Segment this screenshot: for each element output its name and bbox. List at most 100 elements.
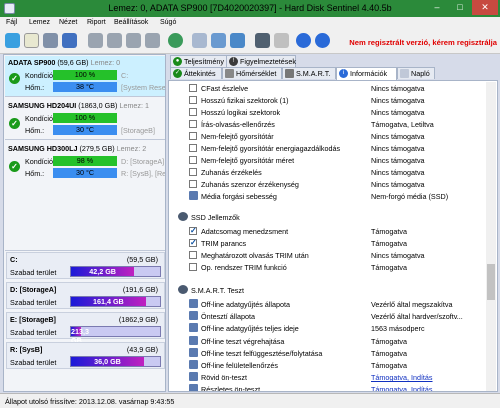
menu-view[interactable]: Nézet: [59, 19, 77, 26]
minimize-button[interactable]: –: [426, 0, 448, 15]
test-icon: [189, 299, 198, 308]
info-row: Adatcsomag menedzsment Támogatva: [171, 226, 471, 237]
feature-value: Nincs támogatva: [371, 156, 425, 165]
checkbox[interactable]: [189, 84, 197, 92]
info-icon[interactable]: [315, 33, 330, 48]
disk-test-icon[interactable]: [107, 33, 122, 48]
disk-size: (59,6 GB): [57, 58, 89, 67]
condition-label: Kondíció:: [25, 71, 55, 80]
tab-temperature[interactable]: Hőmérséklet: [222, 67, 282, 79]
free-space-label: Szabad terület: [10, 358, 57, 367]
chart-icon[interactable]: [255, 33, 270, 48]
menu-report[interactable]: Riport: [87, 19, 106, 26]
feature-name: Meghatározott olvasás TRIM után: [201, 251, 309, 260]
disk-partition: D: [StorageA]: [121, 157, 165, 166]
refresh-icon[interactable]: [5, 33, 20, 48]
checkbox[interactable]: [189, 168, 197, 176]
disk-icon[interactable]: [43, 33, 58, 48]
volume-size: (1862,9 GB): [118, 315, 158, 324]
temperature-bar: 30 °C: [53, 168, 117, 178]
temperature-bar: 38 °C: [53, 82, 117, 92]
feature-value: Támogatva: [371, 239, 407, 248]
checkbox[interactable]: [189, 120, 197, 128]
tab-log[interactable]: Napló: [397, 67, 435, 79]
test-icon: [189, 191, 198, 200]
menu-file[interactable]: Fájl: [6, 19, 17, 26]
performance-icon: ●: [173, 57, 182, 66]
free-space-label: Szabad terület: [10, 328, 57, 337]
report-icon[interactable]: [24, 33, 39, 48]
feature-name: Nem-felejtő gyorsítótár: [201, 132, 274, 141]
volume-name: R: [SysB]: [10, 345, 43, 354]
disk-partition: C:: [121, 71, 129, 80]
export-icon[interactable]: [230, 33, 245, 48]
disk-check-icon[interactable]: [126, 33, 141, 48]
condition-bar: 100 %: [53, 70, 117, 80]
info-row: Off-line adatgyűjtés állapota Vezérlő ált…: [171, 299, 471, 310]
checkbox[interactable]: [189, 180, 197, 188]
volume-item[interactable]: R: [SysB] (43,9 GB) Szabad terület 36,0 …: [6, 342, 165, 369]
disk-name: ADATA SP900: [8, 58, 56, 67]
checkbox[interactable]: [189, 144, 197, 152]
feature-value: Támogatva: [371, 336, 407, 346]
disk-item-2[interactable]: SAMSUNG HD300LJ (279,5 GB) Lemez: 2 ✓ Ko…: [5, 140, 165, 182]
menu-settings[interactable]: Beállítások: [114, 19, 148, 26]
window-title: Lemez: 0, ADATA SP900 [7D4020020397] - H…: [108, 3, 392, 13]
checkbox[interactable]: [189, 263, 197, 271]
test-icon: [189, 311, 198, 321]
tab-alerts[interactable]: ! Figyelmeztetések: [226, 55, 296, 67]
vertical-scrollbar[interactable]: [486, 82, 496, 391]
disk-item-0[interactable]: ADATA SP900 (59,6 GB) Lemez: 0 ✓ Kondíci…: [5, 56, 165, 96]
checkbox[interactable]: [189, 132, 197, 140]
checkbox[interactable]: [189, 251, 197, 259]
start-test-link[interactable]: Támogatva, Indítás: [371, 385, 433, 391]
smart-icon: [285, 69, 294, 78]
checkbox[interactable]: [189, 96, 197, 104]
info-row: Média forgási sebesség Nem-forgó média (S…: [171, 191, 471, 202]
tab-smart[interactable]: S.M.A.R.T.: [282, 67, 336, 79]
condition-bar: 100 %: [53, 113, 117, 123]
checkbox[interactable]: [189, 156, 197, 164]
feature-name: Off-line felületellenőrzés: [201, 361, 278, 370]
free-space-label: Szabad terület: [10, 298, 57, 307]
volume-item[interactable]: D: [StorageA] (191,6 GB) Szabad terület …: [6, 282, 165, 309]
feature-value: Nem-forgó média (SSD): [371, 192, 449, 201]
unregistered-notice[interactable]: Nem regisztrált verzió, kérem regisztrál…: [349, 38, 497, 47]
disk-tools-icon[interactable]: [145, 33, 160, 48]
feature-name: Részletes ön-teszt: [201, 385, 261, 392]
volume-item[interactable]: C: (59,5 GB) Szabad terület 42,2 GB: [6, 252, 165, 279]
scrollbar-thumb[interactable]: [487, 264, 495, 300]
disk-info-icon[interactable]: [88, 33, 103, 48]
close-button[interactable]: ✕: [472, 0, 498, 15]
maximize-button[interactable]: □: [449, 0, 471, 15]
checkbox[interactable]: [189, 108, 197, 116]
menu-disk[interactable]: Lemez: [29, 19, 50, 26]
volume-item[interactable]: E: [StorageB] (1862,9 GB) Szabad terület…: [6, 312, 165, 345]
feature-name: Off-line teszt felfüggesztése/folytatása: [201, 348, 323, 358]
menu-help[interactable]: Súgó: [160, 19, 176, 26]
test-icon: [189, 347, 198, 357]
tab-overview[interactable]: ✓ Áttekintés: [170, 67, 222, 79]
condition-label: Kondíció:: [25, 114, 55, 123]
disk-item-1[interactable]: SAMSUNG HD204UI (1863,0 GB) Lemez: 1 ✓ K…: [5, 97, 165, 139]
volume-size: (43,9 GB): [126, 345, 158, 354]
help-icon[interactable]: [296, 33, 311, 48]
feature-value: Nincs támogatva: [371, 168, 425, 177]
wrench-icon[interactable]: [274, 33, 289, 48]
checkbox[interactable]: [189, 238, 197, 247]
page-icon[interactable]: [192, 33, 207, 48]
feature-name: Zuhanás szenzor érzékenység: [201, 180, 299, 189]
globe-icon[interactable]: [168, 33, 183, 48]
free-space-bar: 161,4 GB: [71, 297, 146, 306]
copy-icon[interactable]: [211, 33, 226, 48]
test-icon: [189, 384, 198, 391]
tab-performance[interactable]: ● Teljesítmény: [170, 55, 227, 67]
info-row: Nem-felejtő gyorsítótár méret Nincs támog…: [171, 155, 471, 166]
tab-row-bottom: ✓ Áttekintés Hőmérséklet S.M.A.R.T. i Info…: [168, 67, 498, 80]
lock-icon[interactable]: [62, 33, 77, 48]
disk-partition: [StorageB]: [121, 126, 155, 135]
alerts-icon: !: [229, 57, 238, 66]
checkbox[interactable]: [189, 226, 197, 235]
tab-information[interactable]: i Információk: [336, 67, 397, 80]
start-test-link[interactable]: Támogatva, Indítás: [371, 373, 433, 382]
